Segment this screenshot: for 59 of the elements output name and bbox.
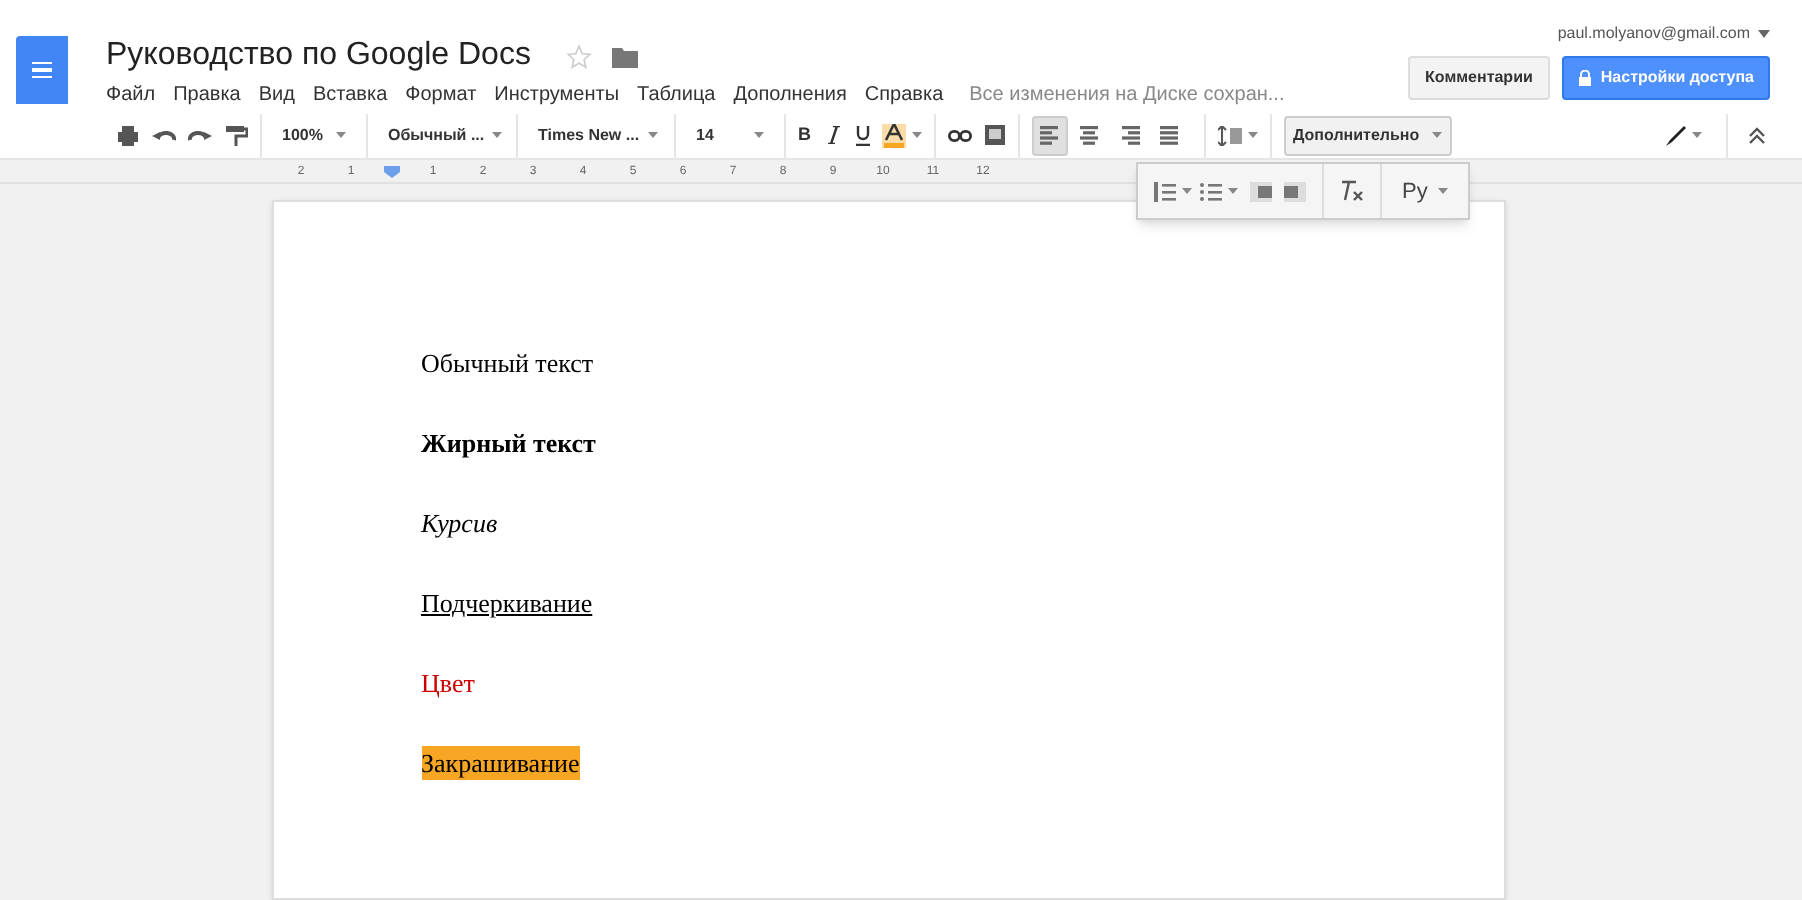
font-size-dropdown[interactable]: 14 bbox=[688, 123, 772, 147]
font-dropdown[interactable]: Times New ... bbox=[530, 123, 662, 147]
menu-item[interactable]: Файл bbox=[106, 79, 156, 109]
caret-icon[interactable] bbox=[1437, 188, 1448, 194]
indent-marker-icon[interactable] bbox=[384, 166, 400, 178]
paragraph-text: Закрашивание bbox=[421, 746, 580, 780]
menu-item[interactable]: Вставка bbox=[312, 79, 388, 109]
align-left-icon[interactable] bbox=[1031, 115, 1067, 155]
folder-icon[interactable] bbox=[612, 45, 639, 67]
caret-icon[interactable] bbox=[492, 132, 503, 138]
paragraph-text: Подчеркивание bbox=[421, 586, 593, 620]
menu-item[interactable]: Правка bbox=[173, 79, 241, 109]
input-tools-dropdown[interactable]: Ру bbox=[1398, 175, 1452, 207]
paragraph-text: Цвет bbox=[421, 666, 475, 700]
italic-icon[interactable] bbox=[827, 126, 839, 144]
numbered-list-icon[interactable] bbox=[1154, 181, 1176, 201]
docs-logo-icon[interactable] bbox=[16, 36, 68, 104]
line-spacing-icon[interactable] bbox=[1217, 125, 1241, 145]
caret-icon[interactable] bbox=[911, 132, 921, 138]
style-dropdown[interactable]: Обычный ... bbox=[380, 123, 504, 147]
bold-button[interactable]: B bbox=[798, 121, 811, 149]
comments-button[interactable]: Комментарии bbox=[1407, 56, 1551, 100]
caret-icon[interactable] bbox=[1182, 188, 1192, 194]
print-icon[interactable] bbox=[116, 123, 140, 147]
caret-icon[interactable] bbox=[1228, 188, 1238, 194]
menu-item[interactable]: Формат bbox=[405, 79, 477, 109]
more-dropdown[interactable]: Дополнительно bbox=[1283, 115, 1452, 155]
pen-icon[interactable] bbox=[1666, 125, 1686, 145]
collapse-icon[interactable] bbox=[1748, 126, 1766, 144]
caret-icon[interactable] bbox=[754, 132, 764, 138]
caret-icon[interactable] bbox=[1431, 132, 1442, 138]
caret-icon[interactable] bbox=[1692, 132, 1702, 138]
paint-roller-icon[interactable] bbox=[224, 123, 248, 147]
lock-icon bbox=[1578, 70, 1593, 86]
bulleted-list-icon[interactable] bbox=[1200, 181, 1222, 201]
paragraph-text: Жирный текст bbox=[421, 426, 596, 460]
comment-icon[interactable] bbox=[983, 124, 1005, 146]
menu-item[interactable]: Дополнения bbox=[733, 79, 847, 109]
increase-indent-icon[interactable] bbox=[1284, 181, 1306, 201]
menu-item[interactable]: Вид bbox=[258, 79, 295, 109]
underline-icon[interactable] bbox=[855, 125, 869, 145]
menu-item[interactable]: Таблица bbox=[637, 79, 716, 109]
decrease-indent-icon[interactable] bbox=[1250, 181, 1272, 201]
menu-item[interactable]: Справка bbox=[864, 79, 944, 109]
paragraph-text: Курсив bbox=[421, 506, 498, 540]
link-icon[interactable] bbox=[947, 129, 971, 141]
caret-icon[interactable] bbox=[1247, 132, 1257, 138]
caret-icon[interactable] bbox=[647, 132, 658, 138]
caret-icon[interactable] bbox=[336, 132, 346, 138]
menu-item[interactable]: Инструменты bbox=[494, 79, 620, 109]
account-email[interactable]: paul.molyanov@gmail.com bbox=[1557, 22, 1750, 46]
save-status: Все изменения на Диске сохран... bbox=[969, 81, 1285, 109]
text-color-icon[interactable] bbox=[881, 123, 905, 147]
caret-icon[interactable] bbox=[1758, 30, 1770, 38]
clear-formatting-icon[interactable] bbox=[1340, 180, 1364, 202]
paragraph-text: Обычный текст bbox=[421, 346, 594, 380]
star-icon[interactable] bbox=[566, 43, 593, 69]
zoom-dropdown[interactable]: 100% bbox=[274, 123, 354, 147]
document-title[interactable]: Руководство по Google Docs bbox=[106, 40, 531, 72]
